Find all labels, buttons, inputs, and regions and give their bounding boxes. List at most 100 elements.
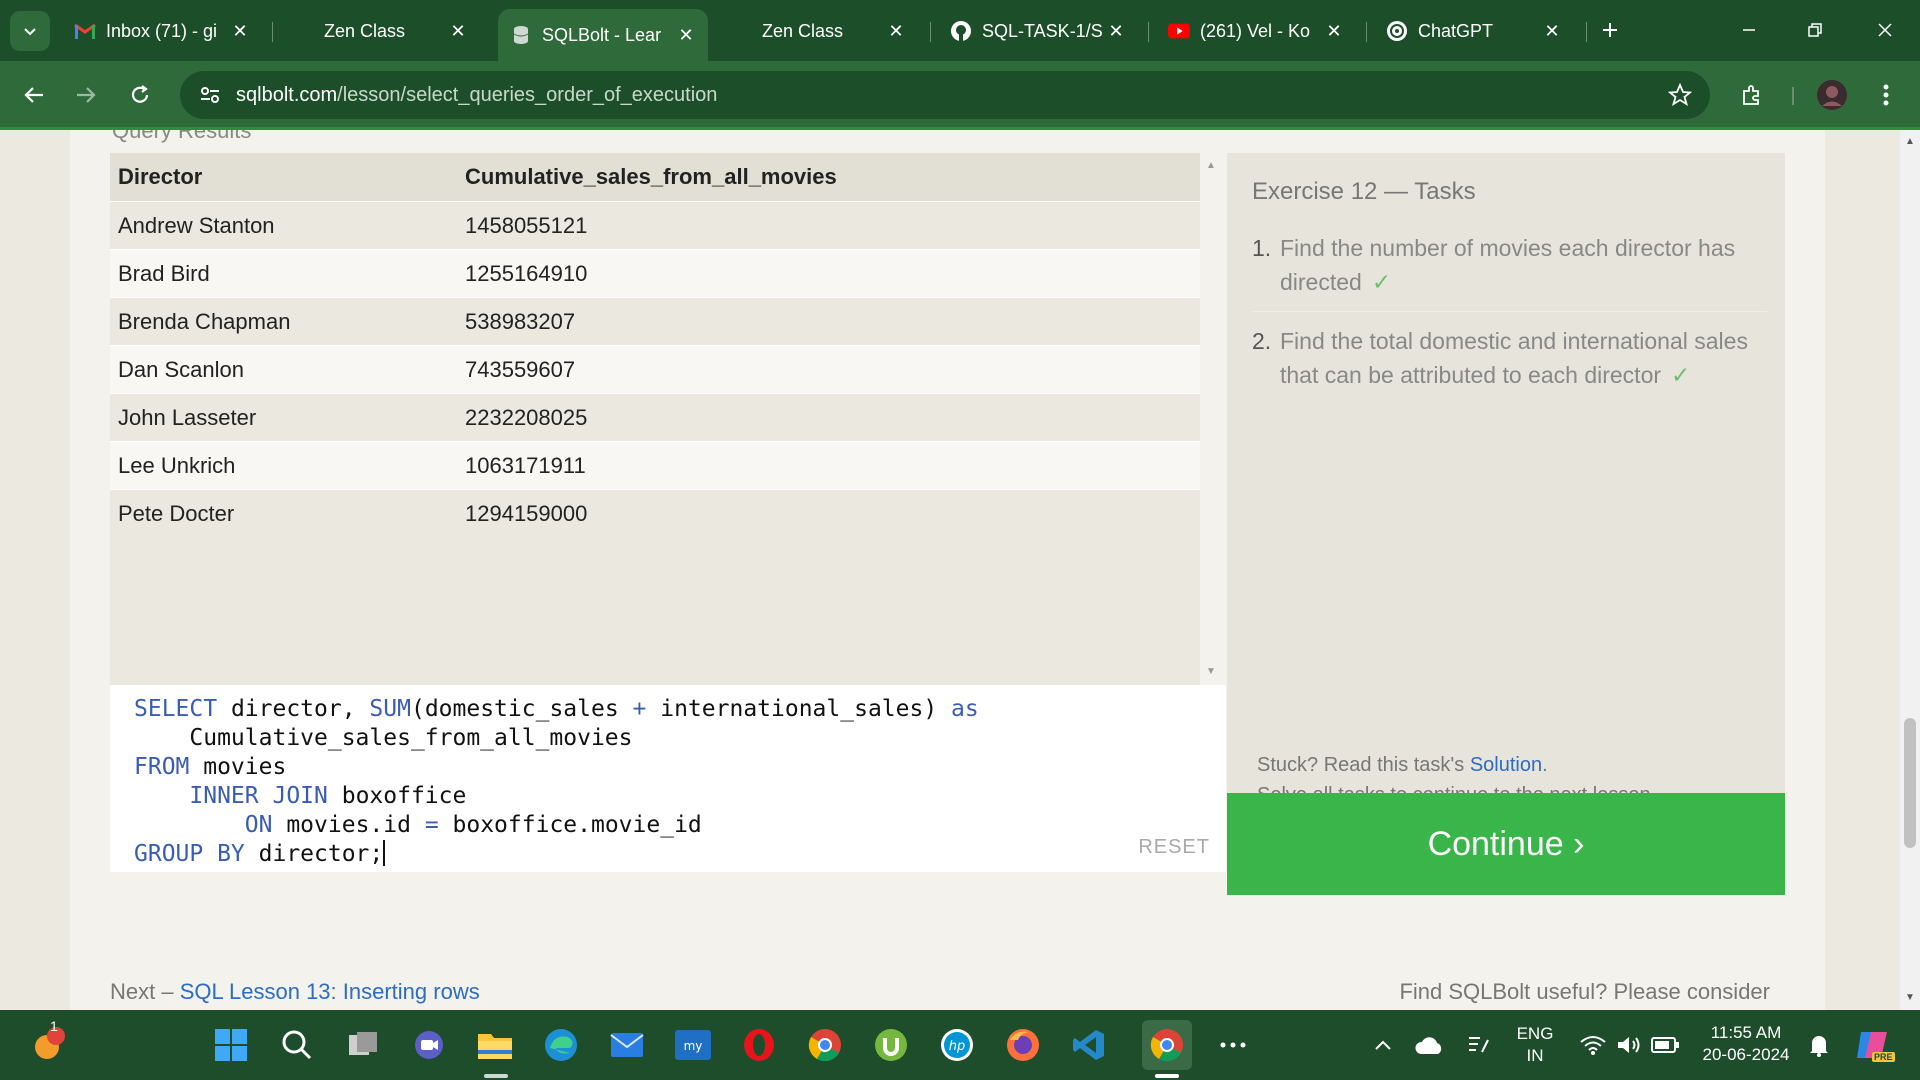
next-lesson-link[interactable]: SQL Lesson 13: Inserting rows (180, 979, 480, 1004)
show-hidden-icons-button[interactable] (1362, 1024, 1404, 1066)
language-indicator[interactable]: ENG IN (1510, 1023, 1560, 1067)
sql-token: director; (244, 841, 384, 867)
chatgpt-icon (1386, 20, 1408, 42)
site-settings-icon[interactable] (198, 83, 222, 107)
results-scroll-up-icon[interactable]: ▲ (1206, 160, 1216, 171)
minimize-button[interactable] (1726, 12, 1772, 48)
close-icon[interactable]: ✕ (1104, 21, 1128, 42)
sql-token: international_sales) (646, 696, 952, 722)
battery-status[interactable] (1644, 1024, 1686, 1066)
restore-icon (1808, 23, 1822, 37)
table-row: Brad Bird 1255164910 (110, 249, 1200, 298)
back-button[interactable] (14, 75, 54, 115)
sql-code[interactable]: SELECT director, SUM(domestic_sales + in… (110, 685, 1226, 879)
sql-query-editor[interactable]: SELECT director, SUM(domestic_sales + in… (110, 685, 1226, 872)
tab-search-button[interactable] (10, 11, 50, 51)
page-scrollbar[interactable]: ▲ ▼ (1900, 130, 1920, 1010)
search-button[interactable] (276, 1024, 318, 1066)
pen-menu-button[interactable] (1458, 1024, 1500, 1066)
browser-menu-button[interactable] (1866, 75, 1906, 115)
clock-time: 11:55 AM (1710, 1023, 1782, 1042)
weather-widget[interactable]: 1 (28, 1018, 70, 1066)
hp-button[interactable]: hp (936, 1024, 978, 1066)
more-apps-button[interactable] (1212, 1024, 1254, 1066)
close-icon[interactable]: ✕ (674, 25, 698, 46)
task-text-label: Find the number of movies each director … (1280, 235, 1736, 295)
gmail-icon (74, 20, 96, 42)
address-bar[interactable]: sqlbolt.com/lesson/select_queries_order_… (180, 71, 1710, 119)
restore-button[interactable] (1792, 12, 1838, 48)
close-icon[interactable]: ✕ (1540, 21, 1564, 42)
teams-chat-button[interactable] (408, 1024, 450, 1066)
tab-youtube[interactable]: (261) Vel - Ko ✕ (1156, 11, 1356, 51)
firefox-button[interactable] (1002, 1024, 1044, 1066)
forward-button[interactable] (66, 75, 106, 115)
plus-icon (1603, 23, 1617, 37)
start-button[interactable] (210, 1024, 252, 1066)
sales-cell: 1294159000 (457, 489, 1200, 537)
profile-avatar[interactable] (1812, 75, 1852, 115)
file-explorer-button[interactable] (474, 1024, 516, 1066)
edge-browser-icon (545, 1029, 577, 1061)
vscode-button[interactable] (1068, 1024, 1110, 1066)
column-header-cumulative-sales: Cumulative_sales_from_all_movies (457, 153, 1200, 202)
reset-button[interactable]: RESET (1138, 833, 1210, 862)
scrollbar-thumb[interactable] (1904, 718, 1916, 848)
continue-button[interactable]: Continue › (1227, 793, 1785, 895)
edge-button[interactable] (540, 1024, 582, 1066)
reload-button[interactable] (120, 75, 160, 115)
tab-chatgpt[interactable]: ChatGPT ✕ (1374, 11, 1574, 51)
svg-text:my: my (684, 1039, 703, 1053)
column-header-director: Director (110, 153, 457, 202)
opera-button[interactable] (738, 1024, 780, 1066)
solution-link[interactable]: Solution (1470, 754, 1542, 776)
task-item: 1. Find the number of movies each direct… (1252, 231, 1767, 312)
chrome-active-button[interactable] (1142, 1020, 1192, 1070)
mail-button[interactable] (606, 1024, 648, 1066)
table-row: Lee Unkrich 1063171911 (110, 441, 1200, 490)
extensions-button[interactable] (1732, 75, 1772, 115)
tab-zen-class-1[interactable]: Zen Class ✕ (280, 11, 480, 51)
tab-gmail[interactable]: Inbox (71) - gi ✕ (62, 11, 262, 51)
notification-badge: 1 (50, 1018, 58, 1034)
myhp-button[interactable]: my (672, 1024, 714, 1066)
video-chat-icon (415, 1031, 443, 1059)
close-window-button[interactable] (1862, 12, 1908, 48)
task-view-button[interactable] (342, 1024, 384, 1066)
tab-zen-class-2[interactable]: Zen Class ✕ (718, 11, 918, 51)
chevron-up-icon (1375, 1040, 1391, 1050)
close-icon[interactable]: ✕ (446, 21, 470, 42)
sql-token: Cumulative_sales_from_all_movies (134, 725, 633, 751)
notifications-button[interactable] (1798, 1024, 1840, 1066)
clock[interactable]: 11:55 AM 20-06-2024 (1696, 1022, 1796, 1066)
sales-cell: 1458055121 (457, 201, 1200, 250)
table-row: Andrew Stanton 1458055121 (110, 201, 1200, 250)
new-tab-button[interactable] (1590, 12, 1630, 48)
sql-keyword: SELECT (134, 696, 218, 722)
copilot-button[interactable]: PRE (1852, 1024, 1895, 1066)
utorrent-button[interactable] (870, 1024, 912, 1066)
close-icon[interactable]: ✕ (1322, 21, 1346, 42)
search-icon (282, 1030, 312, 1060)
sql-token: boxoffice (327, 783, 467, 809)
onedrive-button[interactable] (1408, 1024, 1450, 1066)
firefox-icon (1007, 1029, 1039, 1061)
bookmark-star-icon[interactable] (1667, 82, 1693, 112)
url-domain: sqlbolt.com (236, 83, 338, 106)
close-icon (1878, 23, 1892, 37)
chrome-button[interactable] (804, 1024, 846, 1066)
tab-title: Zen Class (324, 20, 406, 41)
close-icon[interactable]: ✕ (884, 21, 908, 42)
results-scroll-down-icon[interactable]: ▼ (1206, 666, 1216, 677)
scroll-down-icon[interactable]: ▼ (1905, 992, 1915, 1003)
stuck-prefix: Stuck? Read this task's (1257, 754, 1470, 776)
utorrent-icon (875, 1029, 907, 1061)
battery-icon (1651, 1037, 1679, 1053)
sales-cell: 1063171911 (457, 441, 1200, 490)
tab-github[interactable]: SQL-TASK-1/S ✕ (938, 11, 1138, 51)
tab-sqlbolt[interactable]: SQLBolt - Lear ✕ (498, 9, 708, 61)
task-view-icon (349, 1032, 377, 1055)
scroll-up-icon[interactable]: ▲ (1905, 136, 1915, 147)
language-code: ENG (1516, 1024, 1554, 1043)
close-icon[interactable]: ✕ (228, 21, 252, 42)
